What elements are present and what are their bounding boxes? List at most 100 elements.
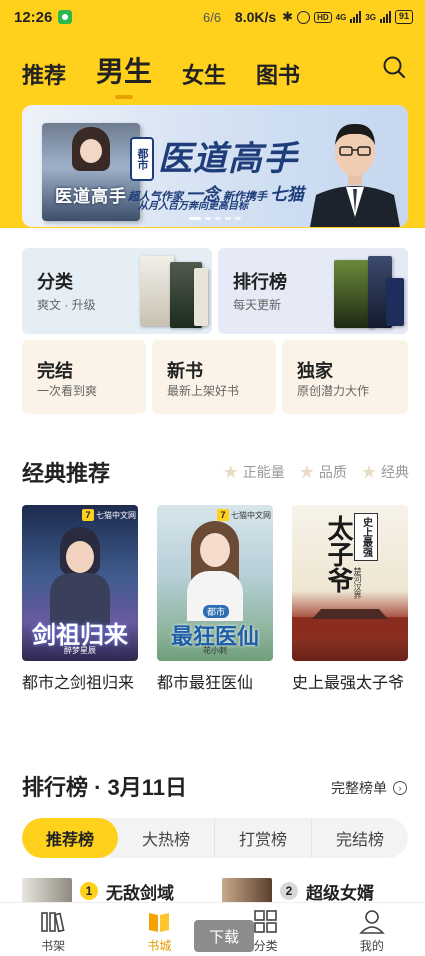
bookstore-page: 12:26 6/6 8.0K/s ✱ HD 4G 3G 91 推荐 男生 女生 … [0, 0, 425, 956]
card-book-image [194, 268, 208, 326]
tab-hot-rank[interactable]: 大热榜 [118, 818, 215, 858]
cover-figure-face [66, 541, 94, 573]
publisher-logo-icon: 7 [82, 509, 94, 521]
banner-subtitle: 从月入百万奔向更高目标 [138, 201, 248, 212]
card-book-image [386, 278, 404, 326]
signal-4g-label: 4G [335, 12, 347, 22]
top-tabs: 推荐 男生 女生 图书 [22, 50, 300, 90]
status-right: 8.0K/s ✱ HD 4G 3G 91 [235, 9, 413, 25]
completed-card-subtitle: 一次看到爽 [37, 384, 98, 398]
exclusive-card[interactable]: 独家 原创潜力大作 [282, 340, 408, 414]
category-card-title: 分类 [37, 272, 73, 292]
ranking-card[interactable]: 排行榜 每天更新 [218, 248, 408, 334]
book-cover: 史上最强 太子爷 楚河汉界 [292, 505, 408, 661]
banner-genre-tag: 都市 [130, 137, 154, 181]
signal-3g-label: 3G [365, 12, 376, 22]
book-title: 都市最狂医仙 [157, 675, 254, 692]
ranking-tabs: 推荐榜 大热榜 打赏榜 完结榜 [22, 818, 408, 858]
category-card[interactable]: 分类 爽文 · 升级 [22, 248, 212, 334]
banner-book-cover: 医道高手 [42, 123, 140, 221]
grid-icon [253, 910, 277, 933]
rank-number-badge: 1 [80, 882, 98, 900]
nav-label: 我的 [359, 939, 384, 953]
profile-icon [359, 910, 385, 934]
cover-author: 花小刺 [203, 646, 227, 655]
tab-tip-rank[interactable]: 打赏榜 [215, 818, 312, 858]
nav-profile[interactable]: 我的 [319, 903, 425, 956]
banner-dot [205, 217, 211, 220]
full-ranking-link[interactable]: 完整榜单 › [331, 778, 407, 798]
cover-side-label: 史上最强 [354, 513, 378, 561]
bookstore-icon [149, 913, 170, 932]
banner-dot [215, 217, 221, 220]
cover-author: 醉梦星辰 [64, 646, 96, 655]
hd-icon: HD [314, 11, 332, 23]
publisher-badge-label: 七猫中文网 [96, 510, 136, 520]
publisher-badge: 7 七猫中文网 [82, 509, 136, 521]
banner-brand: 七猫 [270, 185, 304, 204]
signal-bars-icon [350, 11, 362, 23]
status-page-indicator: 6/6 [203, 10, 222, 25]
signal-bars-2-icon [379, 11, 391, 23]
nav-bookshelf[interactable]: 书架 [0, 903, 106, 956]
ranking-item[interactable]: 2 超级女婿 [222, 878, 374, 904]
filter-label: 正能量 [242, 464, 285, 480]
classic-filters: ★ 正能量 ★ 品质 ★ 经典 [223, 462, 409, 482]
download-button[interactable]: 下载 [194, 920, 254, 952]
nav-label: 书城 [147, 939, 172, 953]
filter-quality[interactable]: ★ 品质 [299, 462, 347, 482]
ranking-title: 排行榜 · 3月11日 [22, 775, 188, 800]
book-item[interactable]: 史上最强 太子爷 楚河汉界 史上最强太子爷 [292, 505, 408, 697]
ranking-book-title: 无敌剑域 [106, 883, 174, 903]
banner-dot [235, 217, 241, 220]
bluetooth-icon: ✱ [282, 9, 294, 24]
tab-finished-rank[interactable]: 完结榜 [312, 818, 408, 858]
tab-recommend[interactable]: 推荐 [22, 58, 66, 90]
ranking-item[interactable]: 1 无敌剑域 [22, 878, 174, 904]
full-ranking-label: 完整榜单 [331, 780, 387, 796]
ranking-book-thumb [222, 878, 272, 904]
net-speed: 8.0K/s [234, 9, 277, 25]
tab-recommend-rank[interactable]: 推荐榜 [22, 818, 118, 858]
new-books-card[interactable]: 新书 最新上架好书 [152, 340, 276, 414]
book-title: 史上最强太子爷 [292, 675, 405, 692]
book-item[interactable]: 7 七猫中文网 剑祖归来 醉梦星辰 都市之剑祖归来 [22, 505, 138, 697]
filter-positive[interactable]: ★ 正能量 [223, 462, 285, 482]
filter-label: 品质 [318, 464, 347, 480]
new-books-card-title: 新书 [167, 361, 203, 381]
book-cover: 7 七猫中文网 剑祖归来 醉梦星辰 [22, 505, 138, 661]
cover-genre-tag: 都市 [203, 605, 230, 618]
classic-section-title: 经典推荐 [22, 461, 111, 486]
publisher-badge: 7 七猫中文网 [217, 509, 271, 521]
promo-banner[interactable]: 医道高手 都市 医道高手 超人气作家 一念 新作携手 七猫 从月入百万奔向更高目标 [22, 105, 408, 227]
rank-number-badge: 2 [280, 882, 298, 900]
search-icon[interactable] [382, 55, 406, 79]
book-item[interactable]: 7 七猫中文网 都市 最狂医仙 花小刺 都市最狂医仙 [157, 505, 273, 697]
banner-book-title: 医道高手 [55, 187, 127, 206]
tab-male[interactable]: 男生 [96, 50, 152, 90]
filter-classic[interactable]: ★ 经典 [361, 462, 409, 482]
publisher-badge-label: 七猫中文网 [231, 510, 271, 520]
book-title: 都市之剑祖归来 [22, 675, 135, 692]
cover-title: 太子爷 [324, 515, 354, 593]
ranking-book-thumb [22, 878, 72, 904]
tab-female[interactable]: 女生 [182, 58, 226, 90]
tab-books[interactable]: 图书 [256, 58, 300, 90]
cover-author: 楚河汉界 [353, 567, 362, 599]
star-icon: ★ [298, 462, 315, 482]
nav-label: 分类 [253, 939, 278, 953]
banner-pagination [189, 217, 241, 220]
category-card-subtitle: 爽文 · 升级 [37, 298, 96, 312]
status-time: 12:26 [14, 8, 53, 26]
new-books-card-subtitle: 最新上架好书 [167, 384, 240, 398]
battery-icon: 91 [394, 10, 413, 24]
completed-card-title: 完结 [37, 361, 73, 381]
chevron-right-icon: › [393, 781, 407, 795]
completed-card[interactable]: 完结 一次看到爽 [22, 340, 146, 414]
cover-palace-image [292, 617, 408, 639]
ranking-card-subtitle: 每天更新 [233, 298, 282, 312]
wechat-notification-icon [58, 10, 73, 24]
ranking-card-title: 排行榜 [233, 272, 287, 292]
cover-roof-image [312, 609, 388, 619]
star-icon: ★ [360, 462, 377, 482]
